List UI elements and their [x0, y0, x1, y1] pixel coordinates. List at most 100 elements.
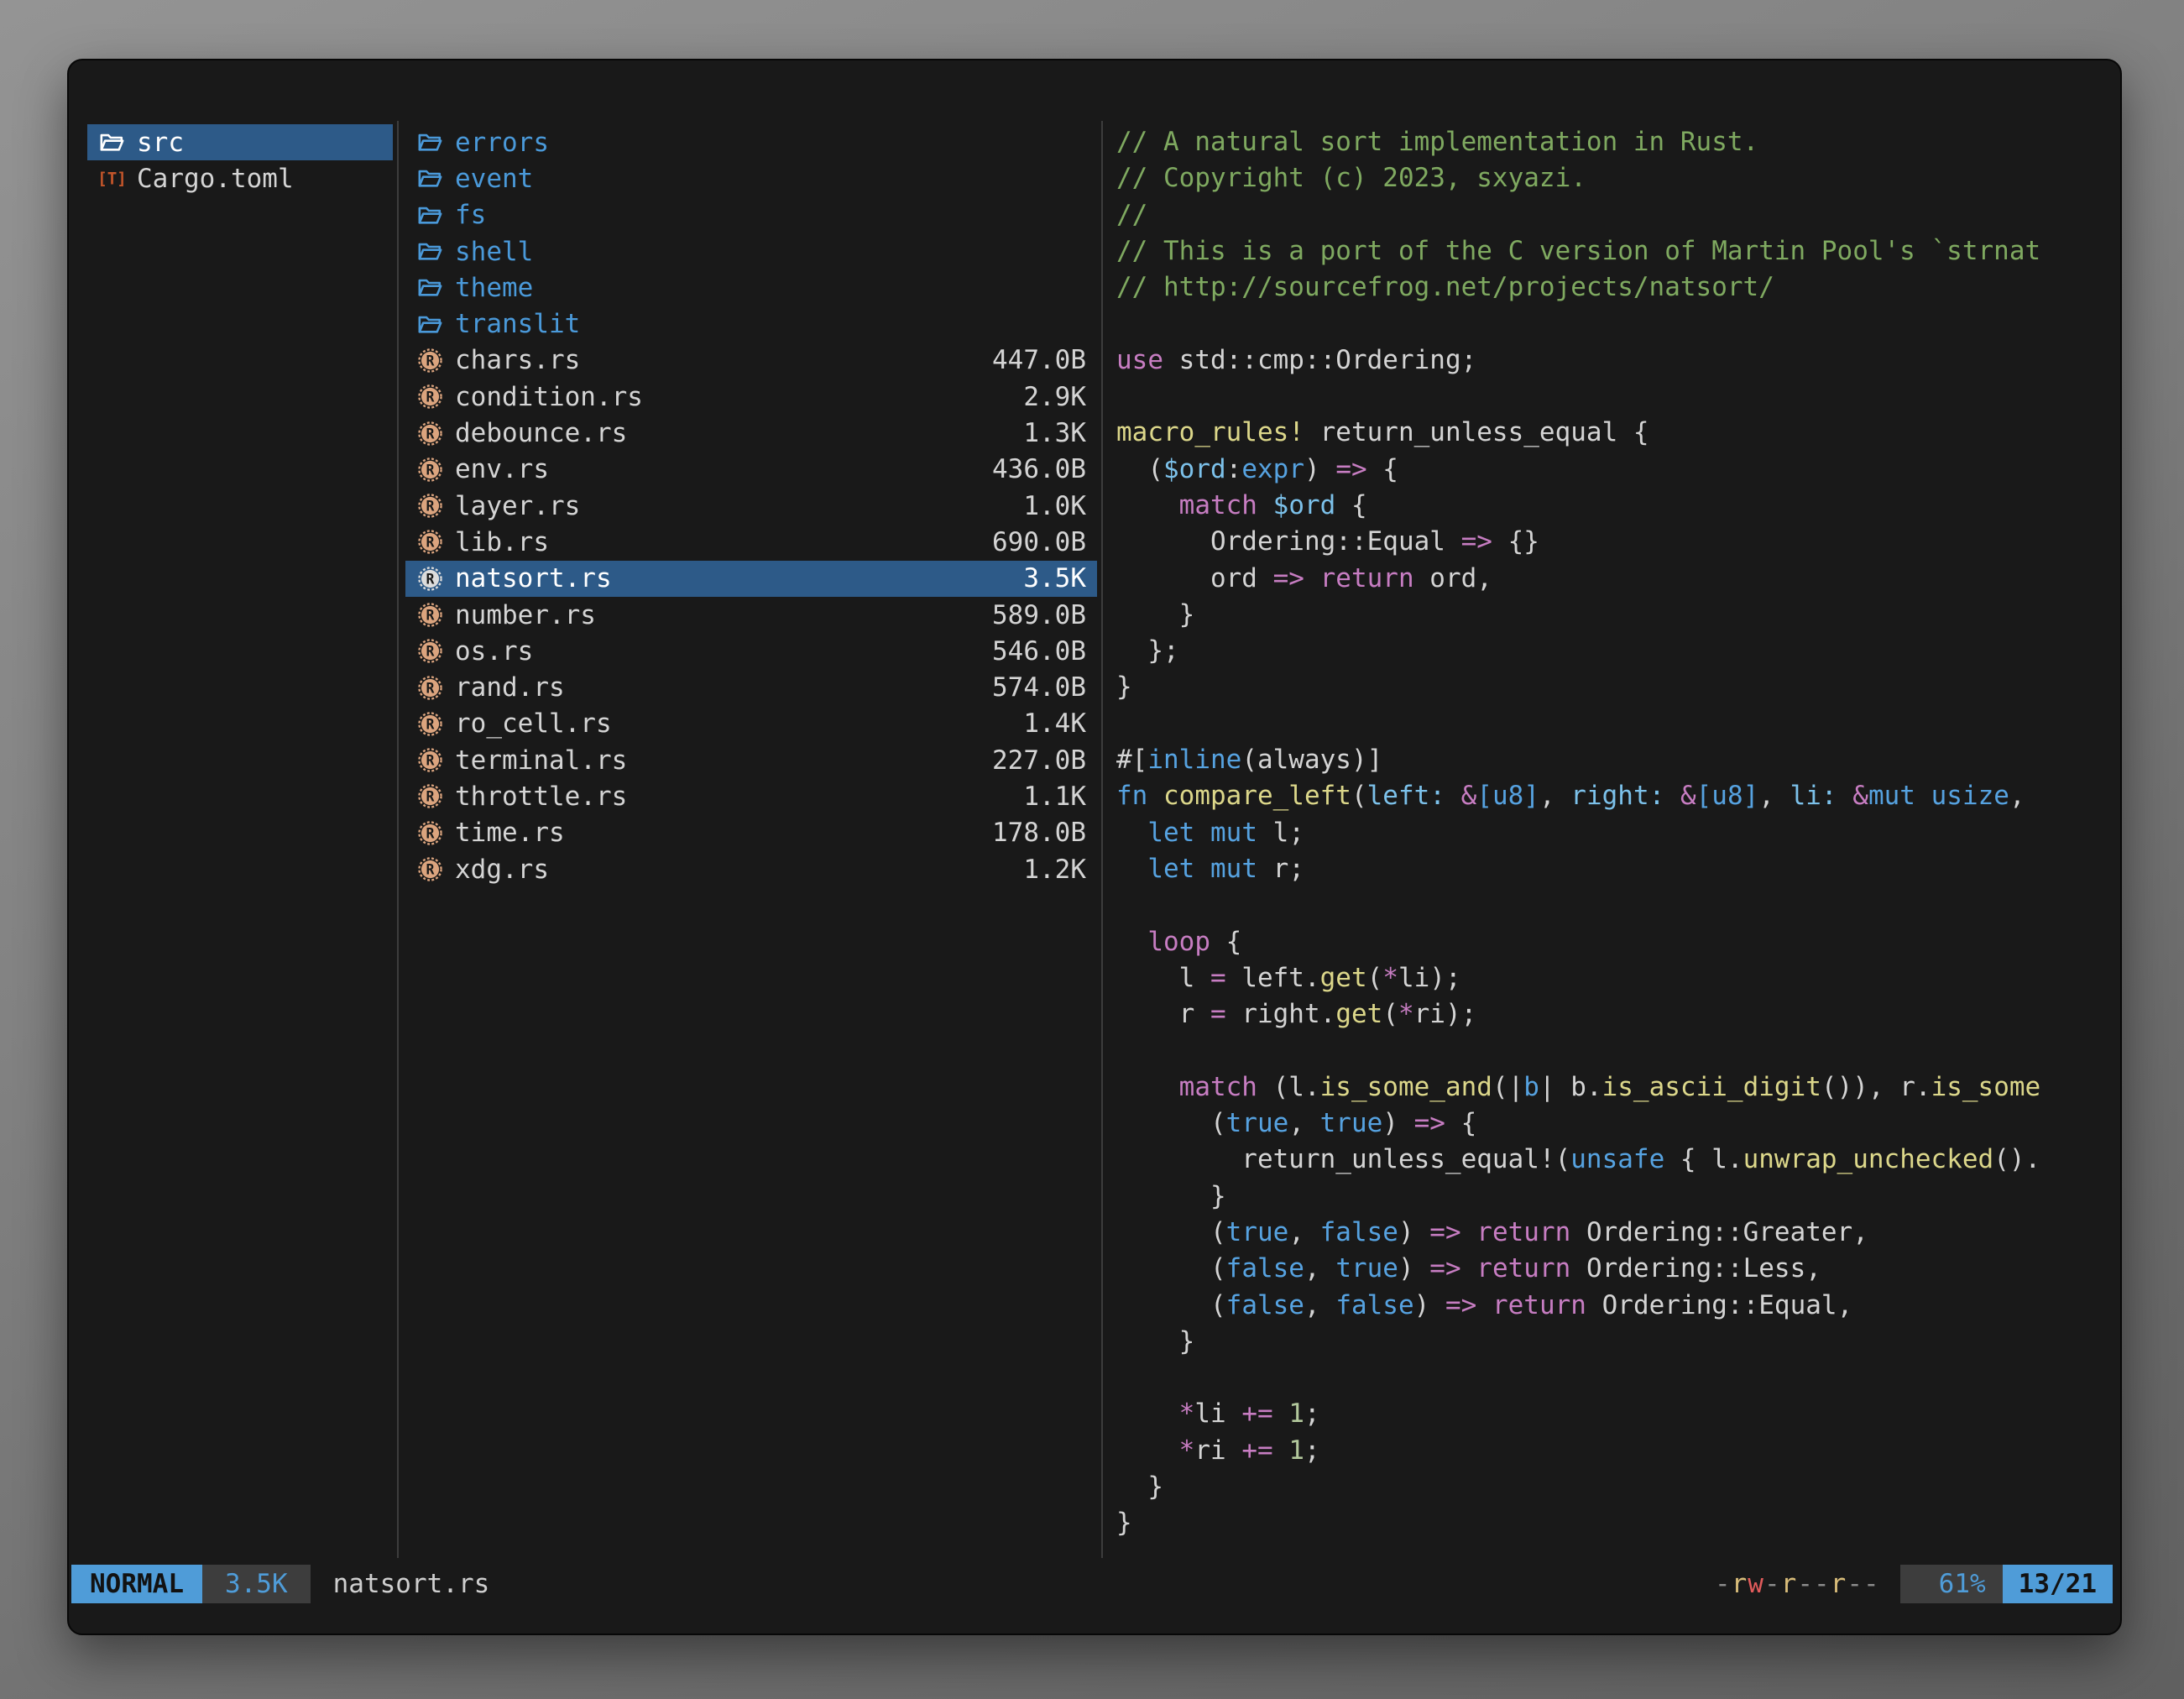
rust-icon: R: [416, 746, 455, 774]
code-line: match $ord {: [1116, 488, 2112, 524]
entry-name: env.rs: [455, 454, 549, 484]
code-line: }: [1116, 1324, 2112, 1360]
file-row-Cargo.toml[interactable]: [T] Cargo.toml: [87, 160, 393, 196]
code-line: ($ord:expr) => {: [1116, 452, 2112, 488]
entry-size: 178.0B: [992, 818, 1086, 848]
entry-size: 690.0B: [992, 527, 1086, 557]
rust-icon: R: [416, 456, 455, 484]
file-row-terminal.rs[interactable]: Rterminal.rs 227.0B: [405, 742, 1097, 778]
svg-text:R: R: [426, 426, 435, 442]
entry-name: chars.rs: [455, 345, 580, 375]
entry-name: number.rs: [455, 600, 596, 630]
code-line: fn compare_left(left: &[u8], right: &[u8…: [1116, 778, 2112, 814]
status-bar-left: NORMAL 3.5K natsort.rs: [71, 1565, 489, 1603]
file-row-xdg.rs[interactable]: Rxdg.rs1.2K: [405, 851, 1097, 887]
file-row-time.rs[interactable]: Rtime.rs178.0B: [405, 815, 1097, 851]
file-row-throttle.rs[interactable]: Rthrottle.rs1.1K: [405, 778, 1097, 814]
svg-text:R: R: [426, 753, 435, 769]
folder-open-icon: [98, 128, 137, 156]
svg-text:R: R: [426, 389, 435, 405]
mode-indicator: NORMAL: [71, 1565, 202, 1603]
entry-size: 1.2K: [1023, 855, 1086, 885]
entry-name: translit: [455, 309, 580, 339]
dir-row-event[interactable]: event: [405, 160, 1097, 196]
status-bar: NORMAL 3.5K natsort.rs -rw-r--r-- 61% 13…: [71, 1565, 2113, 1603]
file-row-lib.rs[interactable]: Rlib.rs690.0B: [405, 524, 1097, 560]
entry-name: Cargo.toml: [137, 164, 294, 194]
code-line: // This is a port of the C version of Ma…: [1116, 233, 2112, 269]
file-row-os.rs[interactable]: Ros.rs546.0B: [405, 633, 1097, 669]
folder-open-icon: [416, 311, 455, 338]
entry-name: xdg.rs: [455, 855, 549, 885]
file-row-layer.rs[interactable]: Rlayer.rs1.0K: [405, 488, 1097, 524]
code-line: return_unless_equal!(unsafe { l.unwrap_u…: [1116, 1142, 2112, 1178]
status-bar-right: -rw-r--r-- 61% 13/21: [1715, 1565, 2113, 1603]
code-line: (false, false) => return Ordering::Equal…: [1116, 1288, 2112, 1324]
svg-text:[T]: [T]: [98, 170, 126, 189]
rust-icon: R: [416, 782, 455, 810]
code-line: [1116, 1032, 2112, 1069]
file-preview-pane[interactable]: // A natural sort implementation in Rust…: [1116, 124, 2112, 1565]
pane-divider-left: [397, 121, 399, 1558]
code-line: }: [1116, 669, 2112, 705]
svg-text:R: R: [426, 644, 435, 660]
file-size-badge: 3.5K: [202, 1565, 311, 1603]
dir-row-theme[interactable]: theme: [405, 269, 1097, 306]
svg-text:R: R: [426, 608, 435, 624]
folder-open-icon: [416, 165, 455, 192]
entry-size: 1.0K: [1023, 491, 1086, 521]
file-row-debounce.rs[interactable]: Rdebounce.rs1.3K: [405, 415, 1097, 451]
code-line: let mut r;: [1116, 851, 2112, 887]
file-row-natsort.rs[interactable]: Rnatsort.rs3.5K: [405, 561, 1097, 597]
dir-row-translit[interactable]: translit: [405, 306, 1097, 342]
entry-name: src: [137, 128, 184, 158]
entry-name: debounce.rs: [455, 418, 627, 448]
dir-row-fs[interactable]: fs: [405, 197, 1097, 233]
code-line: (true, true) => {: [1116, 1106, 2112, 1142]
status-filename: natsort.rs: [333, 1569, 490, 1599]
file-row-rand.rs[interactable]: Rrand.rs574.0B: [405, 669, 1097, 705]
dir-row-errors[interactable]: errors: [405, 124, 1097, 160]
code-line: }: [1116, 1179, 2112, 1215]
entry-size: 2.9K: [1023, 382, 1086, 412]
code-line: [1116, 887, 2112, 923]
code-line: let mut l;: [1116, 815, 2112, 851]
file-row-chars.rs[interactable]: Rchars.rs447.0B: [405, 342, 1097, 379]
folder-open-icon: [416, 201, 455, 229]
entry-size: 589.0B: [992, 600, 1086, 630]
svg-text:R: R: [426, 680, 435, 696]
file-row-ro_cell.rs[interactable]: Rro_cell.rs1.4K: [405, 706, 1097, 742]
entry-name: terminal.rs: [455, 745, 627, 776]
code-line: ord => return ord,: [1116, 561, 2112, 597]
file-row-number.rs[interactable]: Rnumber.rs 589.0B: [405, 597, 1097, 633]
rust-icon: R: [416, 383, 455, 410]
code-line: };: [1116, 633, 2112, 669]
parent-pane: src [T] Cargo.toml: [87, 124, 393, 197]
entry-name: layer.rs: [455, 491, 580, 521]
entry-name: condition.rs: [455, 382, 643, 412]
dir-row-shell[interactable]: shell: [405, 233, 1097, 269]
pane-divider-right: [1101, 121, 1103, 1558]
code-line: // http://sourcefrog.net/projects/natsor…: [1116, 269, 2112, 306]
rust-icon: R: [416, 565, 455, 593]
entry-name: ro_cell.rs: [455, 708, 612, 739]
entry-name: event: [455, 164, 533, 194]
rust-icon: R: [416, 674, 455, 702]
code-line: #[inline(always)]: [1116, 742, 2112, 778]
code-line: [1116, 1360, 2112, 1396]
rust-icon: R: [416, 347, 455, 374]
file-row-env.rs[interactable]: Renv.rs436.0B: [405, 452, 1097, 488]
svg-text:R: R: [426, 535, 435, 551]
code-line: }: [1116, 1505, 2112, 1541]
code-line: // Copyright (c) 2023, sxyazi.: [1116, 160, 2112, 196]
entry-name: rand.rs: [455, 672, 565, 703]
entry-size: 227.0B: [992, 745, 1086, 776]
code-line: [1116, 306, 2112, 342]
svg-text:R: R: [426, 716, 435, 732]
file-row-condition.rs[interactable]: Rcondition.rs 2.9K: [405, 379, 1097, 415]
code-line: r = right.get(*ri);: [1116, 996, 2112, 1032]
code-line: (false, true) => return Ordering::Less,: [1116, 1251, 2112, 1287]
dir-row-src[interactable]: src: [87, 124, 393, 160]
yazi-window: src [T] Cargo.toml errors eventfsshelltheme…: [67, 59, 2122, 1635]
code-line: }: [1116, 597, 2112, 633]
